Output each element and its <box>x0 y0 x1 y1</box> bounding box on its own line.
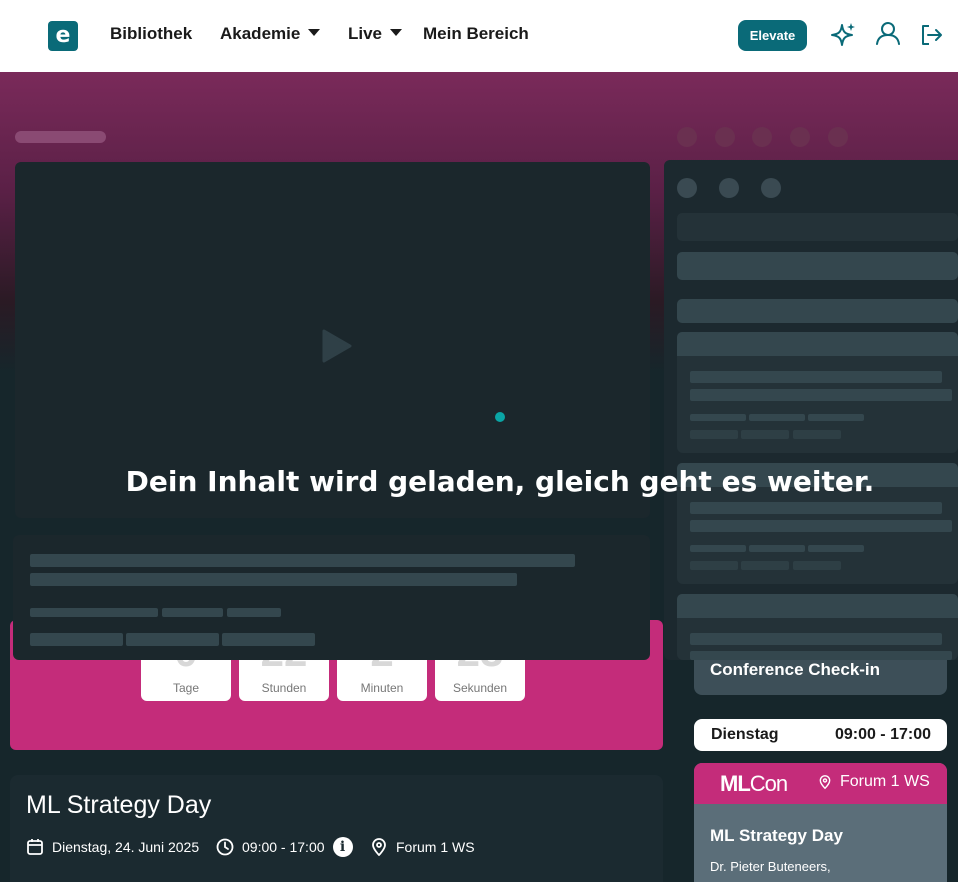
skeleton-line <box>690 520 952 532</box>
skeleton-line <box>30 608 158 617</box>
event-location-text: Forum 1 WS <box>396 839 475 855</box>
chevron-down-icon <box>308 29 321 36</box>
skeleton-line <box>677 594 958 618</box>
logout-icon[interactable] <box>918 20 946 50</box>
skeleton-line <box>222 633 315 646</box>
event-date-text: Dienstag, 24. Juni 2025 <box>52 839 200 855</box>
session-title: ML Strategy Day <box>710 826 843 845</box>
nav-label: Live <box>348 24 383 43</box>
top-navigation-bar: e Bibliothek Akademie Live Mein Bereich … <box>0 0 958 72</box>
skeleton-dot <box>677 127 697 147</box>
nav-label: Mein Bereich <box>423 24 529 43</box>
user-icon[interactable] <box>874 20 902 50</box>
loading-overlay: Dein Inhalt wird geladen, gleich geht es… <box>0 72 958 660</box>
skeleton-line <box>793 430 841 439</box>
skeleton-line <box>677 252 958 280</box>
info-icon[interactable]: i <box>332 837 353 857</box>
calendar-icon <box>27 839 43 855</box>
day-time: 09:00 - 17:00 <box>834 726 931 743</box>
session-location-text: Forum 1 WS <box>840 773 930 790</box>
countdown-label: Minuten <box>360 681 404 695</box>
skeleton-dot <box>677 178 697 198</box>
play-icon <box>322 329 352 363</box>
skeleton-dot <box>790 127 810 147</box>
skeleton-line <box>690 561 738 570</box>
skeleton-line <box>749 414 805 421</box>
skeleton-line <box>30 554 575 567</box>
skeleton-line <box>126 633 219 646</box>
skeleton-line <box>749 545 805 552</box>
nav-label: Akademie <box>220 24 301 43</box>
sparkle-icon[interactable] <box>829 20 857 50</box>
checkin-label: Conference Check-in <box>710 660 881 679</box>
skeleton-line <box>741 430 789 439</box>
skeleton-dot <box>761 178 781 198</box>
skeleton-line <box>690 371 942 383</box>
event-date: Dienstag, 24. Juni 2025 <box>26 834 199 860</box>
event-time: 09:00 - 17:00 i <box>216 834 353 860</box>
skeleton-line <box>15 131 106 143</box>
countdown-label: Stunden <box>261 681 307 695</box>
skeleton-dot <box>719 178 739 198</box>
day-header: Dienstag 09:00 - 17:00 <box>694 719 947 751</box>
skeleton-dot <box>752 127 772 147</box>
nav-live[interactable]: Live <box>348 24 403 44</box>
skeleton-line <box>30 573 517 586</box>
elevate-button[interactable]: Elevate <box>738 20 807 51</box>
skeleton-line <box>677 299 958 323</box>
mlcon-logo-ml: ML <box>720 771 751 796</box>
countdown-label: Tage <box>172 681 200 695</box>
day-name: Dienstag <box>711 726 779 743</box>
nav-label: Bibliothek <box>110 24 193 43</box>
event-title: ML Strategy Day <box>26 791 212 819</box>
skeleton-line <box>690 633 942 645</box>
mlcon-logo-con: Con <box>749 771 788 796</box>
session-card-header: MLCon Forum 1 WS <box>694 763 947 804</box>
nav-bibliothek[interactable]: Bibliothek <box>110 24 192 44</box>
countdown-label: Sekunden <box>452 681 508 695</box>
skeleton-line <box>690 414 746 421</box>
event-time-text: 09:00 - 17:00 <box>242 839 325 855</box>
nav-akademie[interactable]: Akademie <box>220 24 321 44</box>
skeleton-line <box>677 213 958 241</box>
loading-message: Dein Inhalt wird geladen, gleich geht es… <box>125 465 875 498</box>
skeleton-line <box>808 545 864 552</box>
event-location: Forum 1 WS <box>370 834 475 860</box>
skeleton-line <box>808 414 864 421</box>
skeleton-line <box>690 430 738 439</box>
skeleton-line <box>690 502 942 514</box>
skeleton-line <box>677 332 958 356</box>
nav-mein-bereich[interactable]: Mein Bereich <box>423 24 529 44</box>
session-card[interactable]: MLCon Forum 1 WS ML Strategy Day Dr. Pie… <box>694 763 947 882</box>
skeleton-line <box>227 608 281 617</box>
skeleton-line <box>690 651 952 660</box>
session-speaker: Dr. Pieter Buteneers, <box>710 859 831 874</box>
location-pin-icon <box>819 775 831 790</box>
skeleton-line <box>30 633 123 646</box>
location-pin-icon <box>372 838 386 856</box>
skeleton-line <box>793 561 841 570</box>
clock-icon <box>216 838 234 856</box>
skeleton-line <box>690 545 746 552</box>
mlcon-logo: MLCon <box>720 771 788 797</box>
skeleton-dot <box>828 127 848 147</box>
skeleton-line <box>741 561 789 570</box>
skeleton-line <box>690 389 952 401</box>
skeleton-dot <box>715 127 735 147</box>
chevron-down-icon <box>390 29 403 36</box>
loading-spinner <box>495 412 505 422</box>
home-logo[interactable]: e <box>48 21 78 51</box>
session-location: Forum 1 WS <box>818 773 930 791</box>
skeleton-line <box>162 608 223 617</box>
